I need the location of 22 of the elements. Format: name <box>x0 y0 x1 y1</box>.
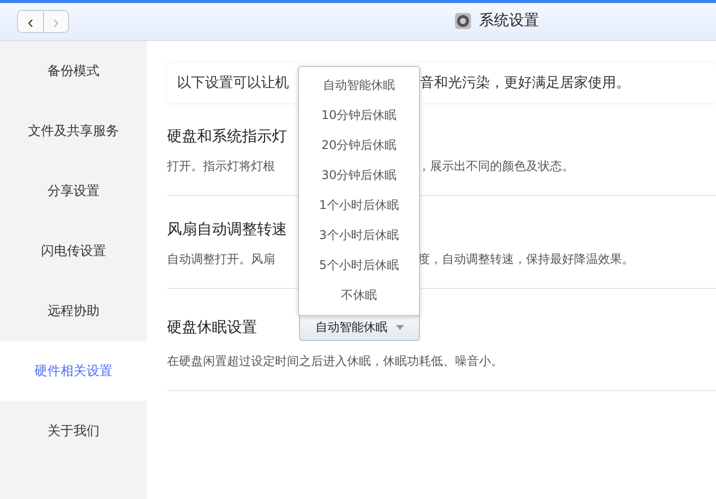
caret-icon <box>396 324 404 330</box>
section-description: 自动调整打开。风扇 <box>167 251 275 268</box>
section-description: 在硬盘闲置超过设定时间之后进入休眠，休眠功耗低、噪音小。 <box>167 353 503 370</box>
section-title: 风扇自动调整转速 <box>167 220 287 239</box>
back-button[interactable]: ‹ <box>18 11 43 32</box>
dropdown-option[interactable]: 3个小时后休眠 <box>299 220 419 250</box>
notice-text: 以下设置可以让机 <box>177 74 289 92</box>
dropdown-option[interactable]: 5个小时后休眠 <box>299 250 419 280</box>
sidebar-item[interactable]: 硬件相关设置 <box>0 341 147 401</box>
section-description: 度，自动调整转速，保持最好降温效果。 <box>418 251 634 268</box>
dropdown-option[interactable]: 30分钟后休眠 <box>299 160 419 190</box>
dropdown-option[interactable]: 20分钟后休眠 <box>299 130 419 160</box>
dropdown-option[interactable]: 自动智能休眠 <box>299 70 419 100</box>
section-title: 硬盘休眠设置 <box>167 318 257 336</box>
dropdown-option[interactable]: 10分钟后休眠 <box>299 100 419 130</box>
dropdown-option[interactable]: 不休眠 <box>299 280 419 310</box>
section-description: ，展示出不同的颜色及状态。 <box>418 158 574 175</box>
window-title: 系统设置 <box>479 11 539 30</box>
notice-text: 音和光污染，更好满足居家使用。 <box>420 74 630 92</box>
section-description: 打开。指示灯将灯根 <box>167 158 275 175</box>
section-title: 硬盘和系统指示灯 <box>167 127 287 146</box>
dropdown-option[interactable]: 1个小时后休眠 <box>299 190 419 220</box>
